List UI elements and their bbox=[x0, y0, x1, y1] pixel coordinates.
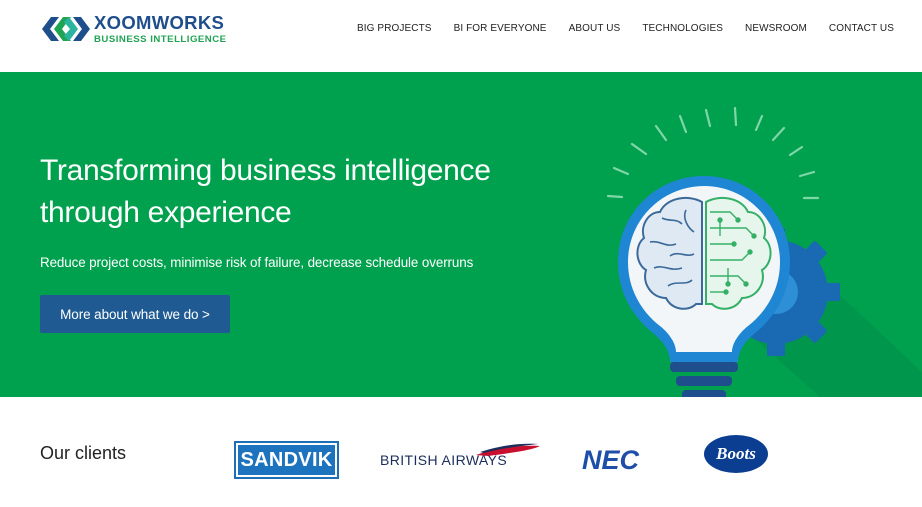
nav-item-contact-us[interactable]: CONTACT US bbox=[829, 23, 894, 34]
client-logo-sandvik-text: SANDVIK bbox=[238, 445, 335, 475]
client-logo-british-airways: BRITISH AIRWAYS bbox=[380, 443, 542, 469]
hero-subtitle: Reduce project costs, minimise risk of f… bbox=[40, 255, 474, 270]
nav-item-big-projects[interactable]: BIG PROJECTS bbox=[357, 23, 432, 34]
more-about-button[interactable]: More about what we do > bbox=[40, 295, 230, 333]
nav-item-bi-for-everyone[interactable]: BI FOR EVERYONE bbox=[454, 23, 547, 34]
hero-banner: Transforming business intelligence throu… bbox=[0, 72, 922, 397]
site-header: XOOMWORKS BUSINESS INTELLIGENCE BIG PROJ… bbox=[0, 0, 922, 72]
brand-title: XOOMWORKS bbox=[94, 12, 225, 33]
nav-item-newsroom[interactable]: NEWSROOM bbox=[745, 23, 807, 34]
client-logo-nec: NEC bbox=[582, 445, 640, 475]
nav-item-technologies[interactable]: TECHNOLOGIES bbox=[642, 23, 723, 34]
brand-logo[interactable]: XOOMWORKS BUSINESS INTELLIGENCE bbox=[42, 12, 227, 45]
hero-title: Transforming business intelligence throu… bbox=[40, 154, 491, 229]
clients-label: Our clients bbox=[40, 443, 127, 463]
main-nav: BIG PROJECTS BI FOR EVERYONE ABOUT US TE… bbox=[335, 23, 894, 34]
xoomworks-logo-icon bbox=[42, 17, 90, 42]
brand-subtitle: BUSINESS INTELLIGENCE bbox=[94, 33, 227, 45]
client-logo-boots-text: Boots bbox=[716, 444, 756, 463]
client-logo-sandvik: SANDVIK bbox=[234, 441, 339, 479]
lightbulb-brain-gear-icon bbox=[606, 106, 922, 397]
client-logo-boots: Boots bbox=[704, 435, 768, 473]
nav-item-about-us[interactable]: ABOUT US bbox=[569, 23, 621, 34]
clients-section: Our clients SANDVIK BRITISH AIRWAYS NEC … bbox=[0, 397, 922, 507]
client-logo-ba-text: BRITISH AIRWAYS bbox=[380, 452, 508, 468]
